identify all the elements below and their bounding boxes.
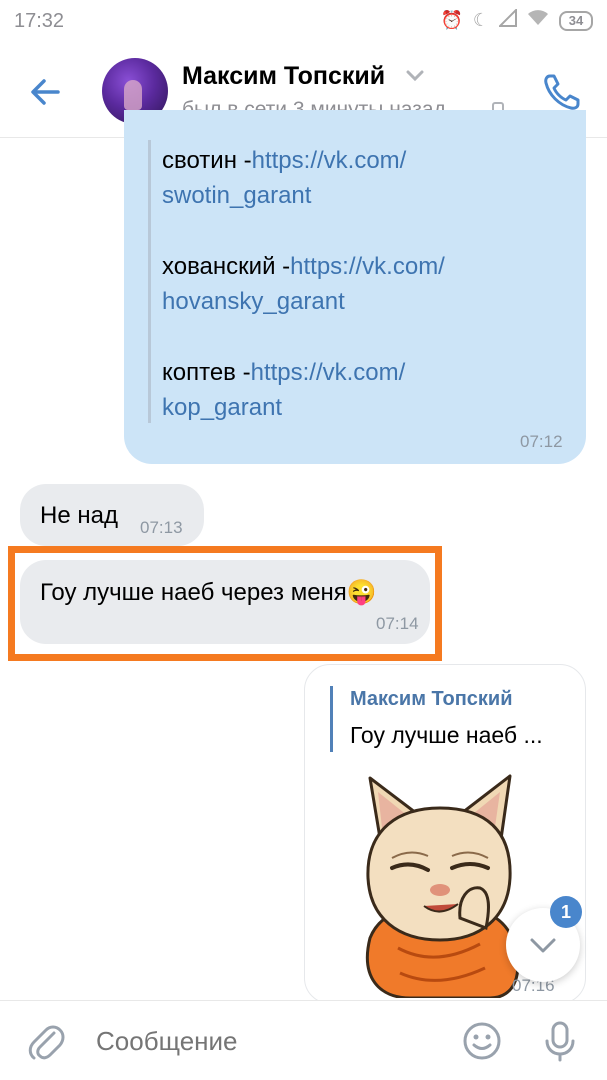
link[interactable]: swotin_garant xyxy=(162,178,406,213)
status-bar: 17:32 ⏰ ☾ 34 xyxy=(0,0,607,46)
call-button[interactable] xyxy=(540,70,584,114)
link-entry: хованский -https://vk.com/ hovansky_gara… xyxy=(162,249,445,319)
message-input[interactable] xyxy=(96,1021,436,1061)
microphone-icon xyxy=(545,1021,575,1062)
highlight-frame xyxy=(8,546,442,661)
message-time: 07:13 xyxy=(140,518,183,537)
wifi-icon xyxy=(527,9,549,32)
phone-icon xyxy=(544,74,580,110)
paperclip-icon xyxy=(28,1025,65,1060)
reply-quoted-text[interactable]: Гоу лучше наеб ... xyxy=(350,722,543,749)
message-composer xyxy=(0,1000,607,1080)
status-icons: ⏰ ☾ 34 xyxy=(440,7,593,32)
link-entry: коптев -https://vk.com/ kop_garant xyxy=(162,355,405,425)
unread-badge: 1 xyxy=(550,896,582,928)
emoji-button[interactable] xyxy=(462,1021,502,1061)
chat-screen: 17:32 ⏰ ☾ 34 Максим Топский был в сети 3… xyxy=(0,0,607,1080)
link-entry: свотин -https://vk.com/ swotin_garant xyxy=(162,143,406,213)
contact-name[interactable]: Максим Топский xyxy=(182,62,385,91)
signal-icon xyxy=(497,7,517,32)
alarm-icon: ⏰ xyxy=(440,10,463,30)
message-text: Не над xyxy=(40,502,118,529)
cat-sticker[interactable] xyxy=(340,768,530,998)
smile-icon xyxy=(463,1022,501,1060)
battery-icon: 34 xyxy=(559,10,593,31)
link[interactable]: https://vk.com/ xyxy=(251,359,406,386)
reply-author[interactable]: Максим Топский xyxy=(350,688,513,711)
chevron-down-icon[interactable] xyxy=(406,70,424,82)
arrow-left-icon xyxy=(31,79,60,105)
link[interactable]: hovansky_garant xyxy=(162,284,445,319)
moon-icon: ☾ xyxy=(472,10,489,30)
link[interactable]: https://vk.com/ xyxy=(252,147,407,174)
quote-bar xyxy=(148,140,151,423)
reply-quote-bar xyxy=(330,686,333,752)
attach-button[interactable] xyxy=(26,1019,66,1063)
link[interactable]: https://vk.com/ xyxy=(290,253,445,280)
microphone-button[interactable] xyxy=(540,1019,580,1063)
back-button[interactable] xyxy=(22,68,70,116)
link[interactable]: kop_garant xyxy=(162,390,405,425)
status-time: 17:32 xyxy=(14,10,65,32)
message-time: 07:12 xyxy=(520,432,563,451)
